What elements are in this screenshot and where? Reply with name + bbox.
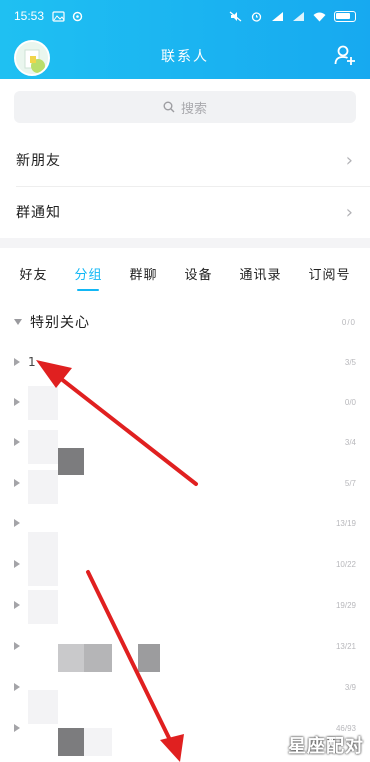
redacted-name [28,532,58,586]
redacted-name [58,448,84,475]
group-row[interactable]: 1 3/5 [0,342,370,382]
group-name: 1 [28,355,36,369]
tab-groups[interactable]: 分组 [70,258,106,291]
redacted-name [58,728,84,756]
redacted-name [58,644,84,672]
new-friends-label: 新朋友 [16,153,61,169]
search-icon [163,101,175,113]
collapse-arrow-icon [14,642,20,650]
signal-icon [272,11,283,21]
group-count: 5/7 [344,478,356,488]
tab-devices[interactable]: 设备 [180,258,216,289]
redacted-name [138,644,160,672]
status-bar: 15:53 [0,0,370,32]
signal-icon-2 [293,11,304,21]
search-area: 搜索 [0,79,370,135]
group-count: 13/21 [335,641,356,651]
redacted-name [28,386,58,420]
redacted-name [84,644,112,672]
group-row[interactable]: 13/21 [0,626,370,666]
new-friends-row[interactable]: 新朋友 › [0,134,370,186]
chevron-right-icon: › [345,149,354,171]
redacted-name [28,470,58,504]
status-time: 15:53 [14,9,45,23]
expand-arrow-icon [14,319,22,325]
collapse-arrow-icon [14,601,20,609]
page-title: 联系人 [161,49,209,65]
watermark: 星座配对 [288,736,364,757]
redacted-name [28,690,58,724]
redacted-name [28,590,58,624]
group-count: 0/0 [341,317,356,327]
special-care-group[interactable]: 特别关心 0/0 [0,308,370,336]
search-placeholder: 搜索 [180,101,207,117]
collapse-arrow-icon [14,438,20,446]
tab-friends[interactable]: 好友 [15,258,51,289]
tab-group-chats[interactable]: 群聊 [125,258,161,289]
group-count: 19/29 [335,600,356,610]
group-notifications-row[interactable]: 群通知 › [0,186,370,238]
add-contact-icon[interactable] [334,44,356,66]
group-count: 3/9 [344,682,356,692]
collapse-arrow-icon [14,560,20,568]
collapse-arrow-icon [14,398,20,406]
header-bar: 15:53 联系人 [0,0,370,79]
contact-tabs: 好友 分组 群聊 设备 通讯录 订阅号 [0,248,370,298]
group-count: 0/0 [344,397,356,407]
image-notification-icon [52,10,65,22]
group-count: 3/4 [344,437,356,447]
chevron-right-icon: › [345,201,354,223]
group-count: 3/5 [344,357,356,367]
mute-icon [229,11,242,21]
redacted-name [84,728,112,756]
group-notifications-label: 群通知 [16,205,61,221]
redacted-name [28,430,58,464]
collapse-arrow-icon [14,358,20,366]
tab-address-book[interactable]: 通讯录 [235,258,285,289]
collapse-arrow-icon [14,683,20,691]
group-count: 13/19 [335,518,356,528]
tab-subscriptions[interactable]: 订阅号 [304,258,354,289]
group-count: 10/22 [335,559,356,569]
section-gap [0,238,370,248]
battery-icon [334,10,356,22]
search-input[interactable]: 搜索 [14,91,356,123]
collapse-arrow-icon [14,479,20,487]
collapse-arrow-icon [14,724,20,732]
special-care-label: 特别关心 [30,315,90,331]
settings-notification-icon [72,11,83,21]
wifi-icon [313,12,326,21]
collapse-arrow-icon [14,519,20,527]
alarm-icon [251,11,262,22]
